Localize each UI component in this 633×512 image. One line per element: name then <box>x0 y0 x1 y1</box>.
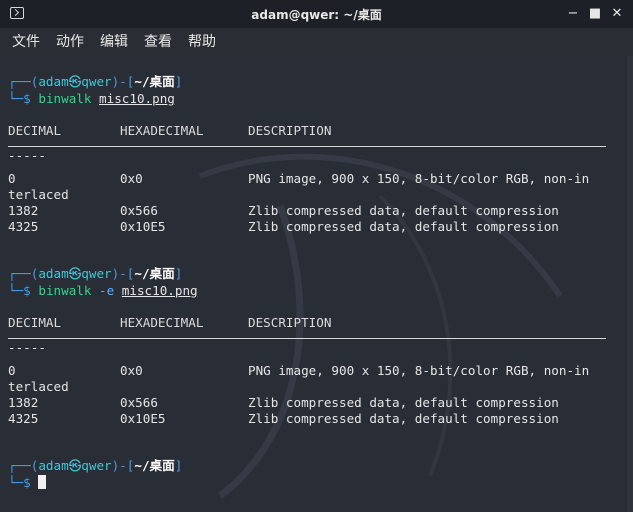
text-cursor <box>38 475 47 489</box>
minimize-button[interactable]: − <box>563 4 583 24</box>
command-line-1: └─$ binwalk misc10.png <box>8 91 175 106</box>
table-short-rule-2: ----- <box>8 340 46 355</box>
menu-edit[interactable]: 编辑 <box>100 28 128 56</box>
table-row: terlaced <box>8 379 69 394</box>
maximize-button[interactable]: ■ <box>585 4 605 24</box>
menu-action[interactable]: 动作 <box>56 28 84 56</box>
scrollbar[interactable] <box>627 56 633 512</box>
prompt-line-2: ┌──(adam㉿qwer)-[~/桌面] <box>8 266 183 281</box>
table-header-1: DECIMAL HEXADECIMAL DESCRIPTION <box>8 123 332 138</box>
terminal-window: adam@qwer: ~/桌面 − ■ ✕ 文件 动作 编辑 查看 帮助 ┌──… <box>0 0 633 512</box>
table-row: 4325 0x10E5 Zlib compressed data, default … <box>8 219 559 234</box>
table-header-2: DECIMAL HEXADECIMAL DESCRIPTION <box>8 315 332 330</box>
window-controls: − ■ ✕ <box>563 4 627 24</box>
table-row: 1382 0x566 Zlib compressed data, default c… <box>8 395 559 410</box>
window-title: adam@qwer: ~/桌面 <box>251 8 382 22</box>
table-short-rule-1: ----- <box>8 148 46 163</box>
table-row: 4325 0x10E5 Zlib compressed data, default … <box>8 411 559 426</box>
menu-view[interactable]: 查看 <box>144 28 172 56</box>
prompt-line-3: ┌──(adam㉿qwer)-[~/桌面] <box>8 458 183 473</box>
table-rule-2 <box>8 338 606 339</box>
menu-file[interactable]: 文件 <box>12 28 40 56</box>
table-row: 0 0x0 PNG image, 900 x 150, 8-bit/color RG… <box>8 171 590 186</box>
table-row: 1382 0x566 Zlib compressed data, default c… <box>8 203 559 218</box>
title-bar[interactable]: adam@qwer: ~/桌面 − ■ ✕ <box>0 0 633 28</box>
terminal-output[interactable]: ┌──(adam㉿qwer)-[~/桌面] └─$ binwalk misc10… <box>0 56 633 512</box>
table-rule-1 <box>8 146 606 147</box>
menu-help[interactable]: 帮助 <box>188 28 216 56</box>
table-row: 0 0x0 PNG image, 900 x 150, 8-bit/color RG… <box>8 363 590 378</box>
command-line-2: └─$ binwalk -e misc10.png <box>8 283 198 298</box>
close-button[interactable]: ✕ <box>607 4 627 24</box>
menu-bar: 文件 动作 编辑 查看 帮助 <box>0 28 633 56</box>
command-line-3[interactable]: └─$ <box>8 475 47 491</box>
table-row: terlaced <box>8 187 69 202</box>
prompt-line-1: ┌──(adam㉿qwer)-[~/桌面] <box>8 74 183 89</box>
